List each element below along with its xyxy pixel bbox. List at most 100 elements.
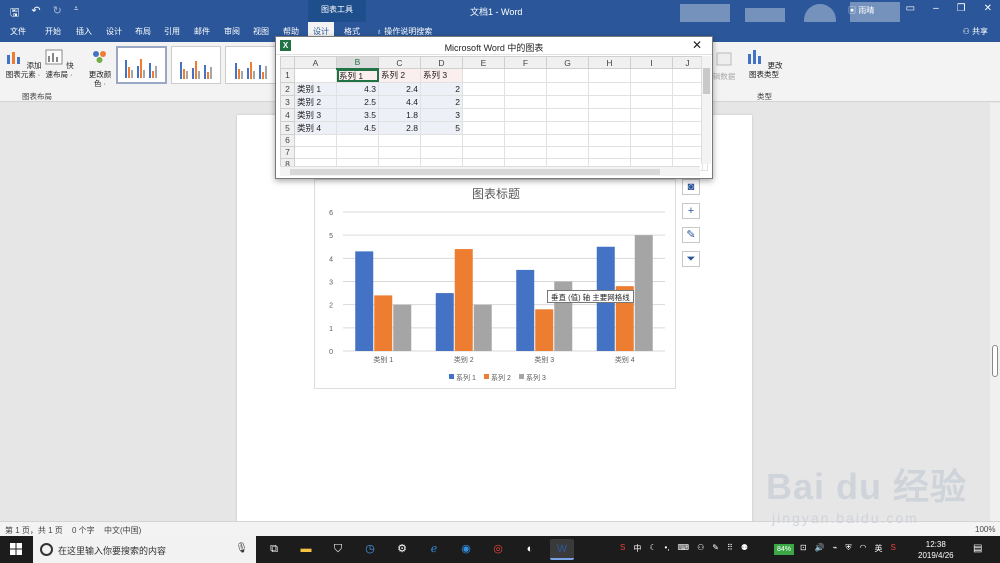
file-explorer-icon[interactable]: ▬ <box>294 539 318 560</box>
edit-data-button[interactable]: 辑数据 <box>710 50 738 81</box>
chart-style-3[interactable] <box>225 46 277 84</box>
cell[interactable] <box>672 94 703 109</box>
layout-options-icon[interactable]: ◙ <box>682 179 700 195</box>
column-header-G[interactable]: G <box>546 56 589 69</box>
tab-view[interactable]: 视图 <box>253 26 269 37</box>
cell[interactable]: 系列 2 <box>378 68 421 83</box>
cell[interactable]: 5 <box>420 120 463 135</box>
column-header-D[interactable]: D <box>420 56 463 69</box>
save-icon[interactable]: 🖫 <box>10 4 19 23</box>
cell[interactable] <box>546 133 589 147</box>
cell[interactable] <box>336 145 379 159</box>
cell[interactable] <box>588 107 631 122</box>
cell[interactable] <box>672 81 703 96</box>
excel-horizontal-scrollbar[interactable] <box>280 166 700 176</box>
cell[interactable] <box>588 68 631 83</box>
people-icon[interactable]: ⚉ <box>741 543 748 554</box>
cell[interactable] <box>504 133 547 147</box>
cell[interactable] <box>504 107 547 122</box>
word-count[interactable]: 0 个字 <box>72 525 95 536</box>
row-header-1[interactable]: 1 <box>280 68 295 83</box>
browser-icon[interactable]: ◉ <box>454 539 478 560</box>
cell[interactable] <box>672 133 703 147</box>
excel-vscroll-thumb[interactable] <box>703 68 710 94</box>
cell[interactable] <box>294 68 337 83</box>
cell[interactable]: 系列 1 <box>336 68 379 83</box>
tab-insert[interactable]: 插入 <box>76 26 92 37</box>
cell[interactable] <box>630 133 673 147</box>
row-header-7[interactable]: 7 <box>280 145 295 159</box>
cell[interactable] <box>462 145 505 159</box>
document-vertical-scrollbar[interactable] <box>990 103 1000 521</box>
moon-icon[interactable]: ☾ <box>649 543 656 554</box>
chart-styles-brush-icon[interactable]: ✎ <box>682 227 700 243</box>
cell[interactable] <box>504 81 547 96</box>
cell[interactable]: 类别 1 <box>294 81 337 96</box>
chart-elements-plus-icon[interactable]: + <box>682 203 700 219</box>
cell[interactable] <box>672 68 703 83</box>
sogou-icon[interactable]: S <box>620 543 625 554</box>
quick-layout-button[interactable]: 快速布局 · <box>43 48 75 79</box>
row-header-4[interactable]: 4 <box>280 107 295 122</box>
tab-review[interactable]: 审阅 <box>224 26 240 37</box>
cell[interactable] <box>504 145 547 159</box>
tab-home[interactable]: 开始 <box>45 26 61 37</box>
cell[interactable] <box>462 68 505 83</box>
settings-icon[interactable]: ⚙ <box>390 539 414 560</box>
cell[interactable]: 类别 3 <box>294 107 337 122</box>
cell[interactable] <box>546 68 589 83</box>
media-app-icon[interactable]: ◐ <box>518 539 542 560</box>
cell[interactable]: 4.3 <box>336 81 379 96</box>
cell[interactable]: 2.4 <box>378 81 421 96</box>
cell[interactable] <box>504 68 547 83</box>
cell[interactable]: 类别 2 <box>294 94 337 109</box>
battery-indicator[interactable]: 84% <box>774 544 794 555</box>
cell[interactable] <box>462 94 505 109</box>
tab-file[interactable]: 文件 <box>10 26 26 37</box>
clock-app-icon[interactable]: ◷ <box>358 539 382 560</box>
row-header-3[interactable]: 3 <box>280 94 295 109</box>
column-header-H[interactable]: H <box>588 56 631 69</box>
cell[interactable] <box>546 120 589 135</box>
excel-data-window[interactable]: X Microsoft Word 中的图表 ✕ A B C D E F G H I J 1 系列 1系… <box>275 36 713 179</box>
customize-icon[interactable]: ⩡ <box>74 4 79 23</box>
cell[interactable] <box>630 68 673 83</box>
wrench-icon[interactable]: ✎ <box>712 543 719 554</box>
cell[interactable] <box>630 94 673 109</box>
cell[interactable] <box>630 145 673 159</box>
cell[interactable] <box>588 133 631 147</box>
restore-icon[interactable]: ❐ <box>957 3 966 14</box>
cell[interactable] <box>294 133 337 147</box>
spreadsheet-grid[interactable]: A B C D E F G H I J 1 系列 1 系列 2 系列 3 2 类别 1 4.3 2.4 2 3 类别 2… <box>280 56 708 171</box>
cell[interactable]: 4.5 <box>336 120 379 135</box>
row-header-5[interactable]: 5 <box>280 120 295 135</box>
cell[interactable]: 2 <box>420 81 463 96</box>
cell[interactable]: 2.5 <box>336 94 379 109</box>
punctuation-icon[interactable]: •, <box>665 543 670 554</box>
cell[interactable] <box>630 120 673 135</box>
column-header-J[interactable]: J <box>672 56 703 69</box>
column-header-F[interactable]: F <box>504 56 547 69</box>
cell[interactable] <box>504 120 547 135</box>
cell[interactable] <box>378 145 421 159</box>
column-header-I[interactable]: I <box>630 56 673 69</box>
system-clock[interactable]: 12:38 2019/4/26 <box>918 539 954 561</box>
ime-mode-icon[interactable]: 英 <box>874 543 882 554</box>
excel-vertical-scrollbar[interactable] <box>701 56 711 164</box>
cell[interactable] <box>588 145 631 159</box>
edge-icon[interactable]: ℯ <box>422 539 446 560</box>
close-icon[interactable]: ✕ <box>984 3 992 14</box>
cell[interactable] <box>672 145 703 159</box>
person-icon[interactable]: ⚇ <box>697 543 704 554</box>
cell[interactable] <box>630 107 673 122</box>
cell[interactable] <box>294 145 337 159</box>
cell[interactable] <box>672 120 703 135</box>
ribbon-display-icon[interactable]: ▭ <box>906 3 915 14</box>
cell[interactable]: 1.8 <box>378 107 421 122</box>
excel-close-icon[interactable]: ✕ <box>692 38 702 52</box>
column-chart[interactable]: 图表标题 0 1 2 3 4 5 6 类别 1 类别 2 类别 3 类别 4 系列 1 系列 2 系列 3 <box>314 179 676 389</box>
cell[interactable] <box>672 107 703 122</box>
network-icon[interactable]: ⊡ <box>800 543 807 554</box>
column-header-A[interactable]: A <box>294 56 337 69</box>
windows-start-icon[interactable] <box>10 543 22 555</box>
